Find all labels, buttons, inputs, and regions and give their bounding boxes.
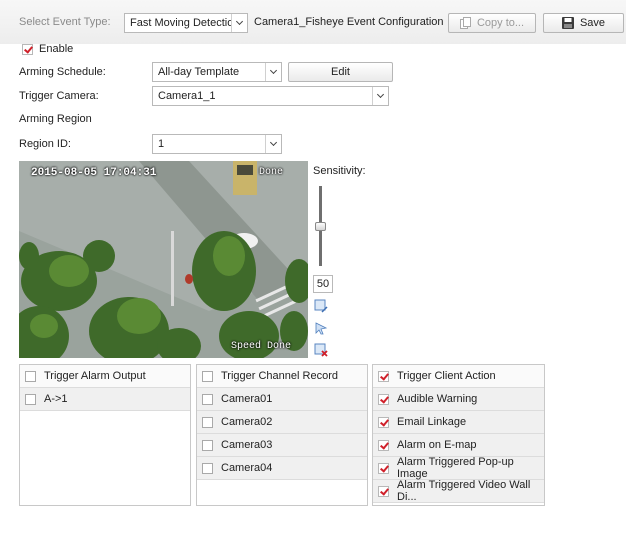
trigger-camera-select[interactable]: Camera1_1: [152, 86, 389, 106]
save-button[interactable]: Save: [543, 13, 624, 33]
list-item-checkbox[interactable]: [202, 393, 213, 405]
trigger-camera-label: Trigger Camera:: [19, 90, 99, 102]
channel-record-panel: Trigger Channel Record Camera01 Camera02…: [196, 364, 368, 506]
list-item-checkbox[interactable]: [378, 485, 389, 497]
list-item[interactable]: Alarm on E-map: [373, 434, 544, 457]
config-title: Camera1_Fisheye Event Configuration: [254, 16, 444, 28]
event-type-select[interactable]: Fast Moving Detection: [124, 13, 248, 33]
sensitivity-value-field[interactable]: 50: [313, 275, 333, 293]
list-item-checkbox[interactable]: [202, 439, 213, 451]
region-id-label: Region ID:: [19, 138, 71, 150]
list-item-checkbox[interactable]: [25, 393, 36, 405]
alarm-output-header[interactable]: Trigger Alarm Output: [20, 365, 190, 388]
list-item[interactable]: Camera02: [197, 411, 367, 434]
chevron-down-icon: [231, 14, 247, 32]
list-item[interactable]: A->1: [20, 388, 190, 411]
client-action-header[interactable]: Trigger Client Action: [373, 365, 544, 388]
list-item[interactable]: Audible Warning: [373, 388, 544, 411]
video-timestamp: 2015-08-05 17:04:31: [31, 167, 157, 179]
list-item[interactable]: Alarm Triggered Video Wall Di...: [373, 479, 544, 503]
delete-region-icon[interactable]: [314, 343, 328, 357]
chevron-down-icon: [372, 87, 388, 105]
enable-checkbox[interactable]: Enable: [22, 43, 73, 55]
list-item[interactable]: Alarm Triggered Pop-up Image: [373, 456, 544, 480]
video-preview[interactable]: 2015-08-05 17:04:31 Done Speed Done: [19, 161, 308, 358]
edit-button[interactable]: Edit: [288, 62, 393, 82]
enable-check-icon: [22, 43, 33, 55]
chevron-down-icon: [265, 135, 281, 153]
sensitivity-label: Sensitivity:: [313, 165, 366, 177]
alarm-output-panel: Trigger Alarm Output A->1: [19, 364, 191, 506]
save-icon: [561, 17, 574, 29]
chevron-down-icon: [265, 63, 281, 81]
list-item[interactable]: Camera03: [197, 434, 367, 457]
copy-to-button[interactable]: Copy to...: [448, 13, 536, 33]
video-osd-text: Done: [259, 167, 284, 178]
event-type-label: Select Event Type:: [19, 16, 111, 28]
select-region-icon[interactable]: [314, 321, 328, 335]
arming-schedule-label: Arming Schedule:: [19, 66, 106, 78]
list-item[interactable]: Camera04: [197, 457, 367, 480]
list-item-checkbox[interactable]: [202, 416, 213, 428]
client-action-panel: Trigger Client Action Audible Warning Em…: [372, 364, 545, 506]
copy-icon: [459, 17, 471, 29]
list-item-checkbox[interactable]: [378, 462, 389, 474]
list-item[interactable]: Email Linkage: [373, 411, 544, 434]
channel-record-header[interactable]: Trigger Channel Record: [197, 365, 367, 388]
arming-region-label: Arming Region: [19, 113, 92, 125]
list-item[interactable]: Camera01: [197, 388, 367, 411]
arming-schedule-select[interactable]: All-day Template: [152, 62, 282, 82]
list-item-checkbox[interactable]: [378, 439, 389, 451]
list-item-checkbox[interactable]: [378, 393, 389, 405]
video-speed-text: Speed Done: [231, 341, 292, 352]
alarm-output-header-checkbox[interactable]: [25, 370, 36, 382]
list-item-checkbox[interactable]: [202, 462, 213, 474]
sensitivity-slider-handle[interactable]: [315, 222, 326, 231]
draw-region-icon[interactable]: [314, 299, 328, 313]
channel-record-header-checkbox[interactable]: [202, 370, 213, 382]
camera-scene-image: [19, 161, 308, 358]
client-action-header-checkbox[interactable]: [378, 370, 389, 382]
region-id-select[interactable]: 1: [152, 134, 282, 154]
list-item-checkbox[interactable]: [378, 416, 389, 428]
